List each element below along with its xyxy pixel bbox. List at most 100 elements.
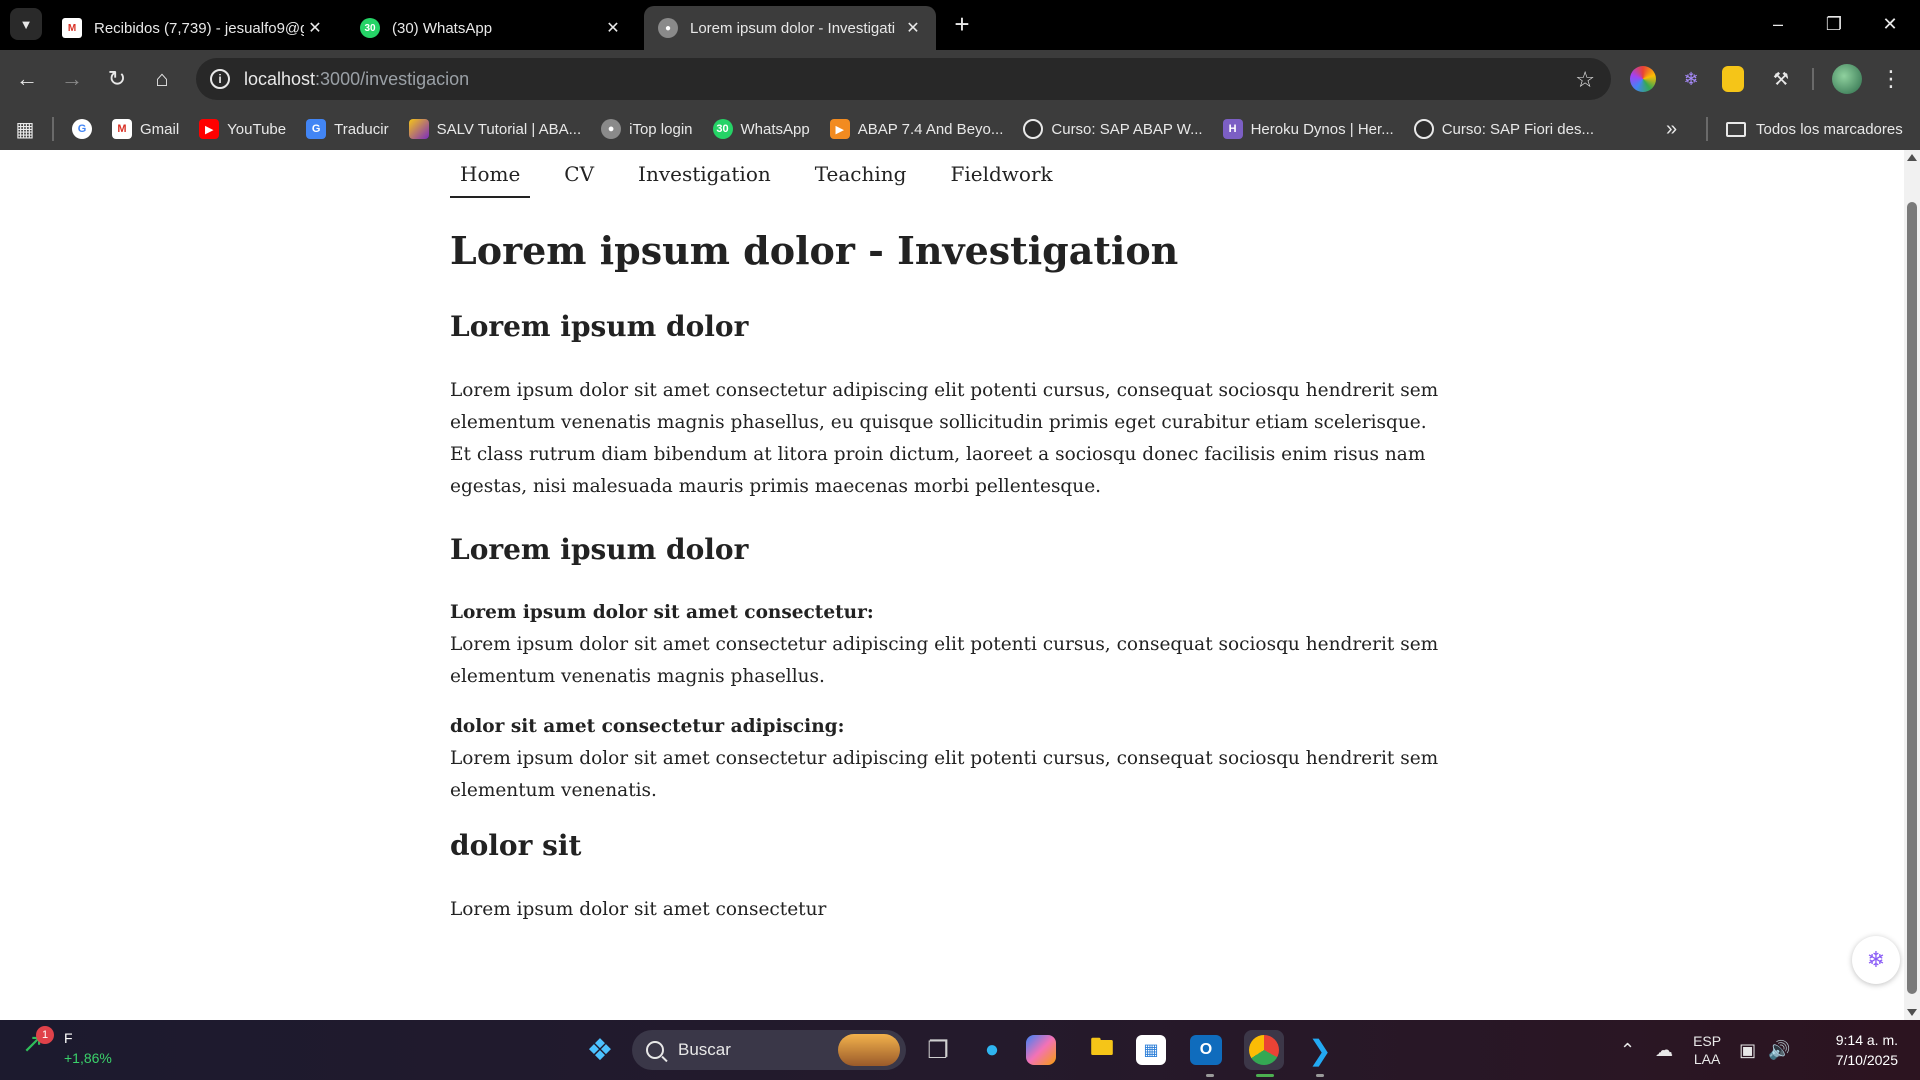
gmail-icon: M [62,18,82,38]
microsoft-store-icon[interactable]: ▦ [1136,1035,1166,1065]
vscode-icon[interactable]: ❯ [1300,1030,1340,1070]
new-tab-button[interactable]: + [948,9,976,39]
bookmark-gmail[interactable]: M Gmail [112,119,179,139]
section-heading: Lorem ipsum dolor [450,532,749,566]
stock-widget[interactable]: ↗ 1 F +1,86% [22,1026,112,1068]
bookmark-youtube[interactable]: ▶ YouTube [199,119,286,139]
tab-gmail[interactable]: M Recibidos (7,739) - jesualfo9@g ✕ [48,6,338,50]
profile-avatar[interactable] [1832,64,1862,94]
brain-extension-icon[interactable]: ❄ [1676,64,1706,94]
udemy-icon [1023,119,1044,139]
bookmark-label: Curso: SAP Fiori des... [1441,120,1594,138]
tab-search-button[interactable]: ▼ [10,8,42,40]
clock-time: 9:14 a. m. [1835,1032,1898,1048]
outlook-icon[interactable]: O [1190,1035,1222,1065]
bookmark-google[interactable]: G [72,119,92,139]
task-view-icon[interactable]: ❐ [918,1030,958,1070]
home-button[interactable]: ⌂ [145,62,179,96]
chrome-icon[interactable] [1244,1030,1284,1070]
onedrive-cloud-icon[interactable]: ☁ [1655,1040,1673,1061]
page-scrollbar[interactable] [1904,150,1920,1020]
reload-button[interactable]: ↻ [100,62,134,96]
research-item: dolor sit amet consectetur adipiscing: L… [450,711,1450,807]
volume-icon[interactable]: 🔊 [1768,1040,1790,1061]
tab-title: Lorem ipsum dolor - Investigati [690,19,896,37]
network-icon[interactable]: ▣ [1739,1040,1756,1061]
tab-title: Recibidos (7,739) - jesualfo9@g [94,19,304,37]
restore-button[interactable]: ❐ [1814,8,1854,40]
notes-extension-icon[interactable] [1722,66,1744,92]
color-picker-extension-icon[interactable] [1630,66,1656,92]
bookmark-itop[interactable]: ● iTop login [601,119,693,139]
search-label: Buscar [678,1040,731,1059]
bookmark-whatsapp[interactable]: 30 WhatsApp [712,119,810,139]
language-indicator[interactable]: ESP LAA [1693,1032,1721,1068]
ai-assistant-float-icon[interactable]: ❄ [1852,936,1900,984]
bookmark-sap-abap-course[interactable]: Curso: SAP ABAP W... [1023,119,1203,139]
scrollbar-thumb[interactable] [1907,202,1917,994]
all-bookmarks-button[interactable]: Todos los marcadores [1726,108,1903,150]
bookmark-salv[interactable]: SALV Tutorial | ABA... [408,119,581,139]
close-icon[interactable]: ✕ [902,17,924,39]
research-item-title: Lorem ipsum dolor sit amet consectetur: [450,602,874,624]
scroll-up-arrow-icon[interactable] [1907,154,1917,161]
close-window-button[interactable]: ✕ [1870,8,1910,40]
copilot-icon[interactable] [1026,1035,1056,1065]
section-heading: Lorem ipsum dolor [450,309,749,343]
globe-icon: ● [601,119,622,139]
chevron-up-icon[interactable]: ⌃ [1620,1040,1635,1061]
nav-investigation[interactable]: Investigation [628,154,781,198]
nav-teaching[interactable]: Teaching [805,154,917,198]
google-icon: G [72,119,92,139]
scroll-down-arrow-icon[interactable] [1907,1009,1917,1016]
bookmarks-divider [1706,117,1708,141]
taskbar-search[interactable]: Buscar [632,1030,906,1070]
windows-taskbar: ↗ 1 F +1,86% ❖ Buscar ❐ ● 🖿 ▦ O ❯ ⌃ ☁ ES… [0,1020,1920,1080]
bookmark-translate[interactable]: G Traducir [306,119,389,139]
edge-icon[interactable]: ● [972,1030,1012,1070]
research-item-text: Lorem ipsum dolor sit amet consectetur a… [450,634,1439,688]
chevron-double-right-icon[interactable]: » [1666,118,1677,141]
translate-icon: G [306,119,327,139]
bookmark-label: ABAP 7.4 And Beyo... [857,120,1004,138]
section-paragraph: Lorem ipsum dolor sit amet consectetur a… [450,379,1439,497]
windows-start-icon[interactable]: ❖ [580,1030,620,1070]
search-highlight-image [838,1034,900,1066]
page-viewport: Home CV Investigation Teaching Fieldwork… [0,150,1904,1020]
folder-icon [1726,121,1746,137]
keyboard-layout: LAA [1693,1051,1721,1067]
bookmarks-divider [52,117,54,141]
site-nav: Home CV Investigation Teaching Fieldwork [450,154,1087,198]
back-button[interactable]: ← [10,62,44,96]
browser-toolbar: ← → ↻ ⌂ i localhost:3000/investigacion ☆… [0,50,1920,108]
close-icon[interactable]: ✕ [602,17,624,39]
nav-fieldwork[interactable]: Fieldwork [940,154,1062,198]
stock-change: +1,86% [64,1050,112,1066]
nav-home[interactable]: Home [450,154,531,198]
system-clock[interactable]: 9:14 a. m. 7/10/2025 [1818,1030,1898,1070]
tab-whatsapp[interactable]: 30 (30) WhatsApp ✕ [346,6,636,50]
file-explorer-icon[interactable]: 🖿 [1082,1030,1122,1070]
abap-icon: ▶ [829,119,850,139]
info-icon[interactable]: i [210,69,230,89]
apps-grid-icon[interactable]: ▦ [14,118,36,141]
whatsapp-icon: 30 [712,119,733,139]
nav-cv[interactable]: CV [554,154,604,198]
tab-investigation[interactable]: ● Lorem ipsum dolor - Investigati ✕ [644,6,936,50]
globe-icon: ● [658,18,678,38]
more-menu-icon[interactable]: ⋮ [1876,64,1906,94]
address-bar[interactable]: i localhost:3000/investigacion ☆ [196,58,1611,100]
tab-title: (30) WhatsApp [392,19,493,37]
bookmark-heroku[interactable]: H Heroku Dynos | Her... [1222,119,1394,139]
bookmark-sap-fiori-course[interactable]: Curso: SAP Fiori des... [1413,119,1594,139]
extensions-puzzle-icon[interactable]: ⚒ [1766,64,1796,94]
star-icon[interactable]: ☆ [1575,67,1595,93]
salv-icon [408,119,429,139]
system-tray: ⌃ ☁ ESP LAA ▣ 🔊 [1620,1020,1791,1080]
clock-date: 7/10/2025 [1835,1052,1898,1068]
close-icon[interactable]: ✕ [304,17,326,39]
forward-button[interactable]: → [55,62,89,96]
bookmark-abap[interactable]: ▶ ABAP 7.4 And Beyo... [829,119,1004,139]
chevron-down-icon: ▼ [19,16,33,32]
minimize-button[interactable]: – [1758,8,1798,40]
